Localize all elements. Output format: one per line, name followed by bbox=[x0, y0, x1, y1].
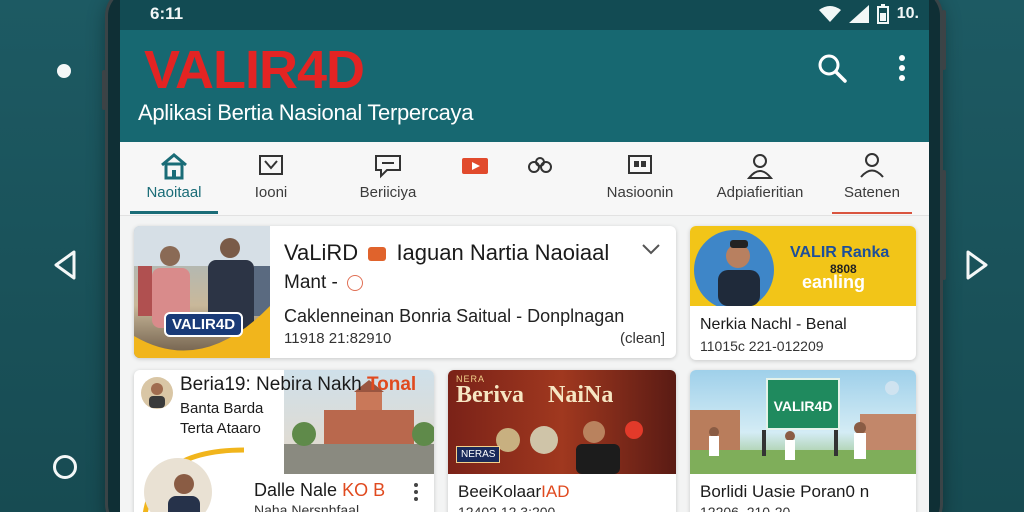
card3-date: 12206 .210-20 bbox=[700, 504, 791, 512]
tab-label: Iooni bbox=[254, 184, 288, 201]
card2-title: BeeiKolaarIAD bbox=[458, 482, 570, 502]
featured-subtitle: Mant - bbox=[284, 272, 364, 294]
featured-subtitle-text: Mant - bbox=[284, 272, 338, 293]
card3-title: Borlidi Uasie Poran0 n bbox=[700, 482, 870, 501]
tab-label: Beriiciya bbox=[359, 184, 417, 201]
more-vert-icon[interactable] bbox=[412, 482, 420, 502]
featured-thumbnail: VALIR4D bbox=[134, 226, 270, 358]
tab-label: Satenen bbox=[844, 184, 900, 201]
card3-sign: VALIR4D bbox=[766, 378, 840, 430]
card2-date: 12402 12 3:200 bbox=[458, 504, 556, 512]
featured-news-card[interactable]: VALIR4D VaLiRD Iaguan Nartia Naoiaal Man… bbox=[134, 226, 676, 358]
badge-circle-icon bbox=[347, 274, 364, 291]
featured-title: VaLiRD Iaguan Nartia Naoiaal bbox=[284, 240, 609, 266]
tab-label: Nasioonin bbox=[606, 184, 674, 201]
card2-title-text: BeeiKolaar bbox=[458, 482, 542, 501]
app-logo[interactable]: VALIR4D bbox=[144, 40, 365, 100]
card1-footer-title: Dalle Nale KO B bbox=[254, 480, 385, 501]
news-flag-icon bbox=[368, 247, 387, 262]
person-icon bbox=[746, 154, 774, 179]
featured-date: 11918 21:82910 bbox=[284, 330, 392, 347]
news-card-2[interactable]: NERA Beriva NaiNa NERAS BeeiKolaarIAD 12… bbox=[448, 370, 676, 512]
volume-button bbox=[102, 70, 106, 110]
featured-source: (clean] bbox=[620, 330, 666, 347]
news-card-1[interactable]: Beria19: Nebira Nakh Tonal Banta Barda T… bbox=[134, 370, 434, 512]
card1-footer-text: Dalle Nale bbox=[254, 480, 338, 500]
chat-icon bbox=[375, 155, 401, 179]
tab-live[interactable] bbox=[450, 142, 500, 214]
card1-footer-sub: Naha Nersnhfaal bbox=[254, 502, 360, 512]
tab-profile[interactable]: Satenen bbox=[832, 142, 912, 214]
card2-banner-sign: NERAS bbox=[456, 446, 501, 463]
nav-dot bbox=[57, 64, 71, 78]
home-circle-icon[interactable] bbox=[53, 455, 77, 479]
featured-summary: Caklenneinan Bonria Saitual - Donplnagan bbox=[284, 306, 625, 326]
card2-thumbnail: NERA Beriva NaiNa NERAS bbox=[448, 370, 676, 474]
battery-icon bbox=[876, 4, 889, 24]
tab-underline bbox=[832, 212, 912, 214]
forward-arrow-icon[interactable] bbox=[962, 248, 990, 282]
side-title: Nerkia Nachl - Benal bbox=[700, 316, 847, 333]
home-icon bbox=[161, 153, 187, 180]
phone-frame: 6:11 10. VALIR4D Aplikasi Bertia Nasiona… bbox=[102, 0, 946, 512]
tab-active-underline bbox=[130, 211, 218, 214]
profile-icon bbox=[860, 153, 884, 178]
featured-photo-icon bbox=[134, 226, 270, 358]
tv-icon bbox=[259, 155, 283, 175]
tab-label: Naoitaal bbox=[146, 184, 202, 201]
side-photo-icon bbox=[694, 230, 774, 306]
tab-chat[interactable]: Beriiciya bbox=[338, 142, 438, 214]
side-date: 11015c 221-012209 bbox=[700, 338, 824, 354]
featured-thumb-badge: VALIR4D bbox=[164, 312, 244, 337]
card2-title-accent: IAD bbox=[541, 482, 570, 501]
power-button bbox=[942, 10, 946, 70]
card1-line2: Banta Barda bbox=[180, 400, 264, 417]
search-icon[interactable] bbox=[816, 52, 848, 84]
card1-headline-accent: Tonal bbox=[366, 374, 417, 395]
chevron-down-icon[interactable] bbox=[640, 242, 662, 256]
more-vert-icon[interactable] bbox=[886, 52, 918, 84]
card2-photo-icon bbox=[496, 421, 643, 474]
tab-aplikasi[interactable]: Adpiafieritian bbox=[700, 142, 820, 214]
status-time: 6:11 bbox=[150, 4, 184, 23]
back-arrow-icon[interactable] bbox=[52, 248, 80, 282]
logo-text-number: 4 bbox=[297, 40, 327, 100]
card1-footer-accent: KO B bbox=[342, 480, 386, 500]
news-card-3[interactable]: VALIR4D Borlidi Uasie Poran0 n 12206 .21… bbox=[690, 370, 916, 512]
card3-thumbnail: VALIR4D bbox=[690, 370, 916, 474]
card1-headline: Beria19: Nebira Nakh Tonal bbox=[180, 374, 416, 396]
featured-title-brand: VaLiRD bbox=[284, 240, 359, 265]
signal-icon bbox=[848, 5, 869, 23]
avatar bbox=[141, 377, 173, 409]
card1-headline-text: Beria19: Nebira Nakh bbox=[180, 374, 362, 395]
card2-banner-right: NaiNa bbox=[548, 382, 614, 408]
tab-label: Adpiafieritian bbox=[716, 184, 804, 201]
side-banner-word: eanling bbox=[802, 272, 866, 292]
card1-avatar-photo-icon bbox=[143, 447, 245, 512]
tab-tv[interactable]: Iooni bbox=[228, 142, 314, 214]
wifi-icon bbox=[818, 6, 841, 22]
side-banner-title: VALIR Ranka bbox=[790, 244, 890, 261]
category-tabs: Naoitaal Iooni Beriiciya Nasioonin Adpia… bbox=[120, 142, 929, 216]
logo-text-end: D bbox=[326, 40, 365, 100]
app-header: VALIR4D Aplikasi Bertia Nasional Terperc… bbox=[120, 30, 929, 142]
logo-text-main: VALIR bbox=[144, 40, 298, 100]
side-button bbox=[942, 170, 946, 280]
app-screen: 6:11 10. VALIR4D Aplikasi Bertia Nasiona… bbox=[120, 0, 929, 512]
app-tagline: Aplikasi Bertia Nasional Terpercaya bbox=[138, 100, 474, 125]
card1-line3: Terta Ataaro bbox=[180, 420, 261, 437]
side-thumbnail: VALIR Ranka 8808 eanling bbox=[690, 226, 916, 306]
side-news-card[interactable]: VALIR Ranka 8808 eanling Nerkia Nachl - … bbox=[690, 226, 916, 360]
tab-home[interactable]: Naoitaal bbox=[130, 142, 218, 214]
card2-banner-left: Beriva bbox=[456, 382, 524, 408]
monitor-icon bbox=[628, 155, 652, 174]
featured-title-rest: Iaguan Nartia Naoiaal bbox=[396, 240, 610, 265]
tab-group[interactable] bbox=[512, 142, 568, 214]
battery-text: 10. bbox=[896, 5, 919, 22]
live-icon bbox=[462, 158, 488, 174]
tab-nasional[interactable]: Nasioonin bbox=[590, 142, 690, 214]
group-icon bbox=[528, 157, 552, 173]
status-bar: 6:11 10. bbox=[120, 0, 929, 30]
